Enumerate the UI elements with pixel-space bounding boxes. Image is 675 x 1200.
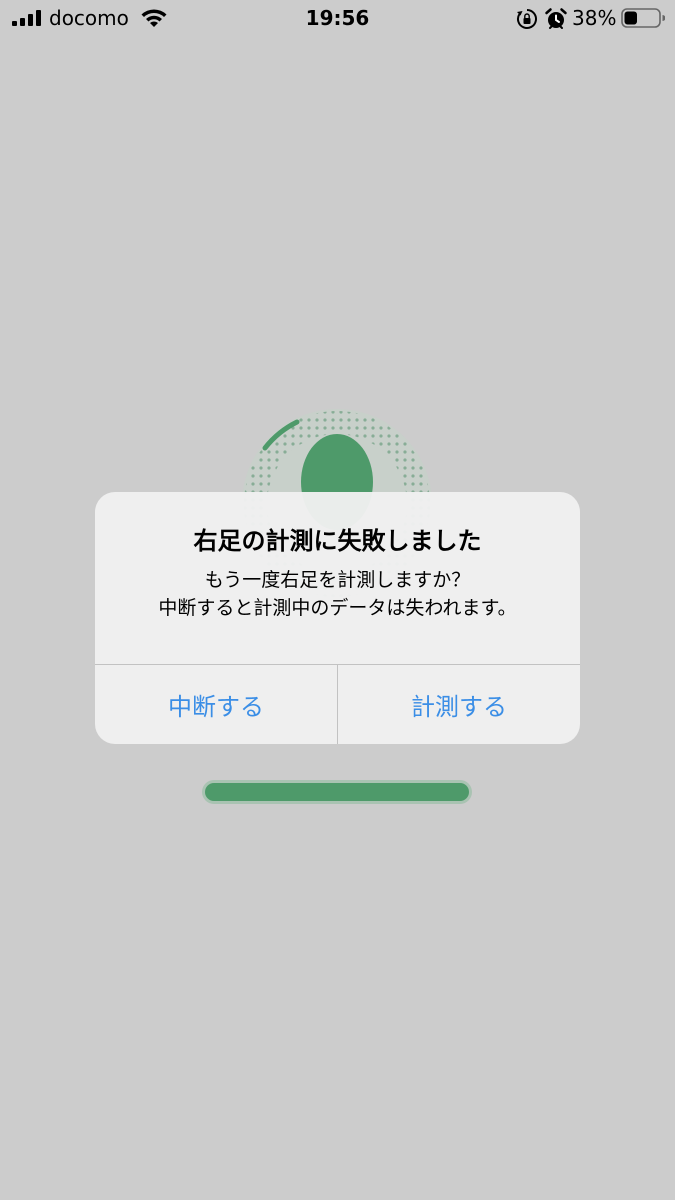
alert-title: 右足の計測に失敗しました	[193, 527, 482, 555]
alarm-icon	[545, 8, 567, 29]
progress-bar-fill	[205, 783, 469, 801]
alert-body: 右足の計測に失敗しました もう一度右足を計測しますか？ 中断すると計測中のデータ…	[95, 492, 580, 664]
alert-message-line-2: 中断すると計測中のデータは失われます。	[158, 597, 517, 619]
battery-percent: 38%	[572, 6, 617, 30]
measure-button[interactable]: 計測する	[338, 665, 580, 744]
cancel-button[interactable]: 中断する	[95, 665, 337, 744]
battery-icon	[621, 8, 665, 28]
status-bar: docomo 19:56 38%	[0, 0, 675, 40]
orientation-lock-icon	[517, 9, 537, 29]
progress-bar	[202, 780, 472, 804]
alert-message-line-1: もう一度右足を計測しますか？	[204, 569, 471, 591]
alert-dialog: 右足の計測に失敗しました もう一度右足を計測しますか？ 中断すると計測中のデータ…	[95, 492, 580, 744]
